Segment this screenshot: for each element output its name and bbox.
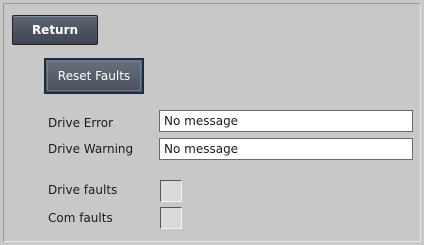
return-button[interactable]: Return [12,15,98,45]
reset-faults-button[interactable]: Reset Faults [44,58,144,94]
drive-warning-label: Drive Warning [48,142,134,156]
drive-warning-field: No message [159,138,413,160]
return-button-label: Return [31,23,79,37]
drive-error-field: No message [159,110,413,132]
drive-error-label: Drive Error [48,116,114,130]
reset-faults-button-label: Reset Faults [57,69,131,83]
com-faults-indicator [160,207,182,229]
drive-faults-indicator [160,180,182,202]
drive-faults-label: Drive faults [48,183,118,197]
com-faults-label: Com faults [48,211,113,225]
